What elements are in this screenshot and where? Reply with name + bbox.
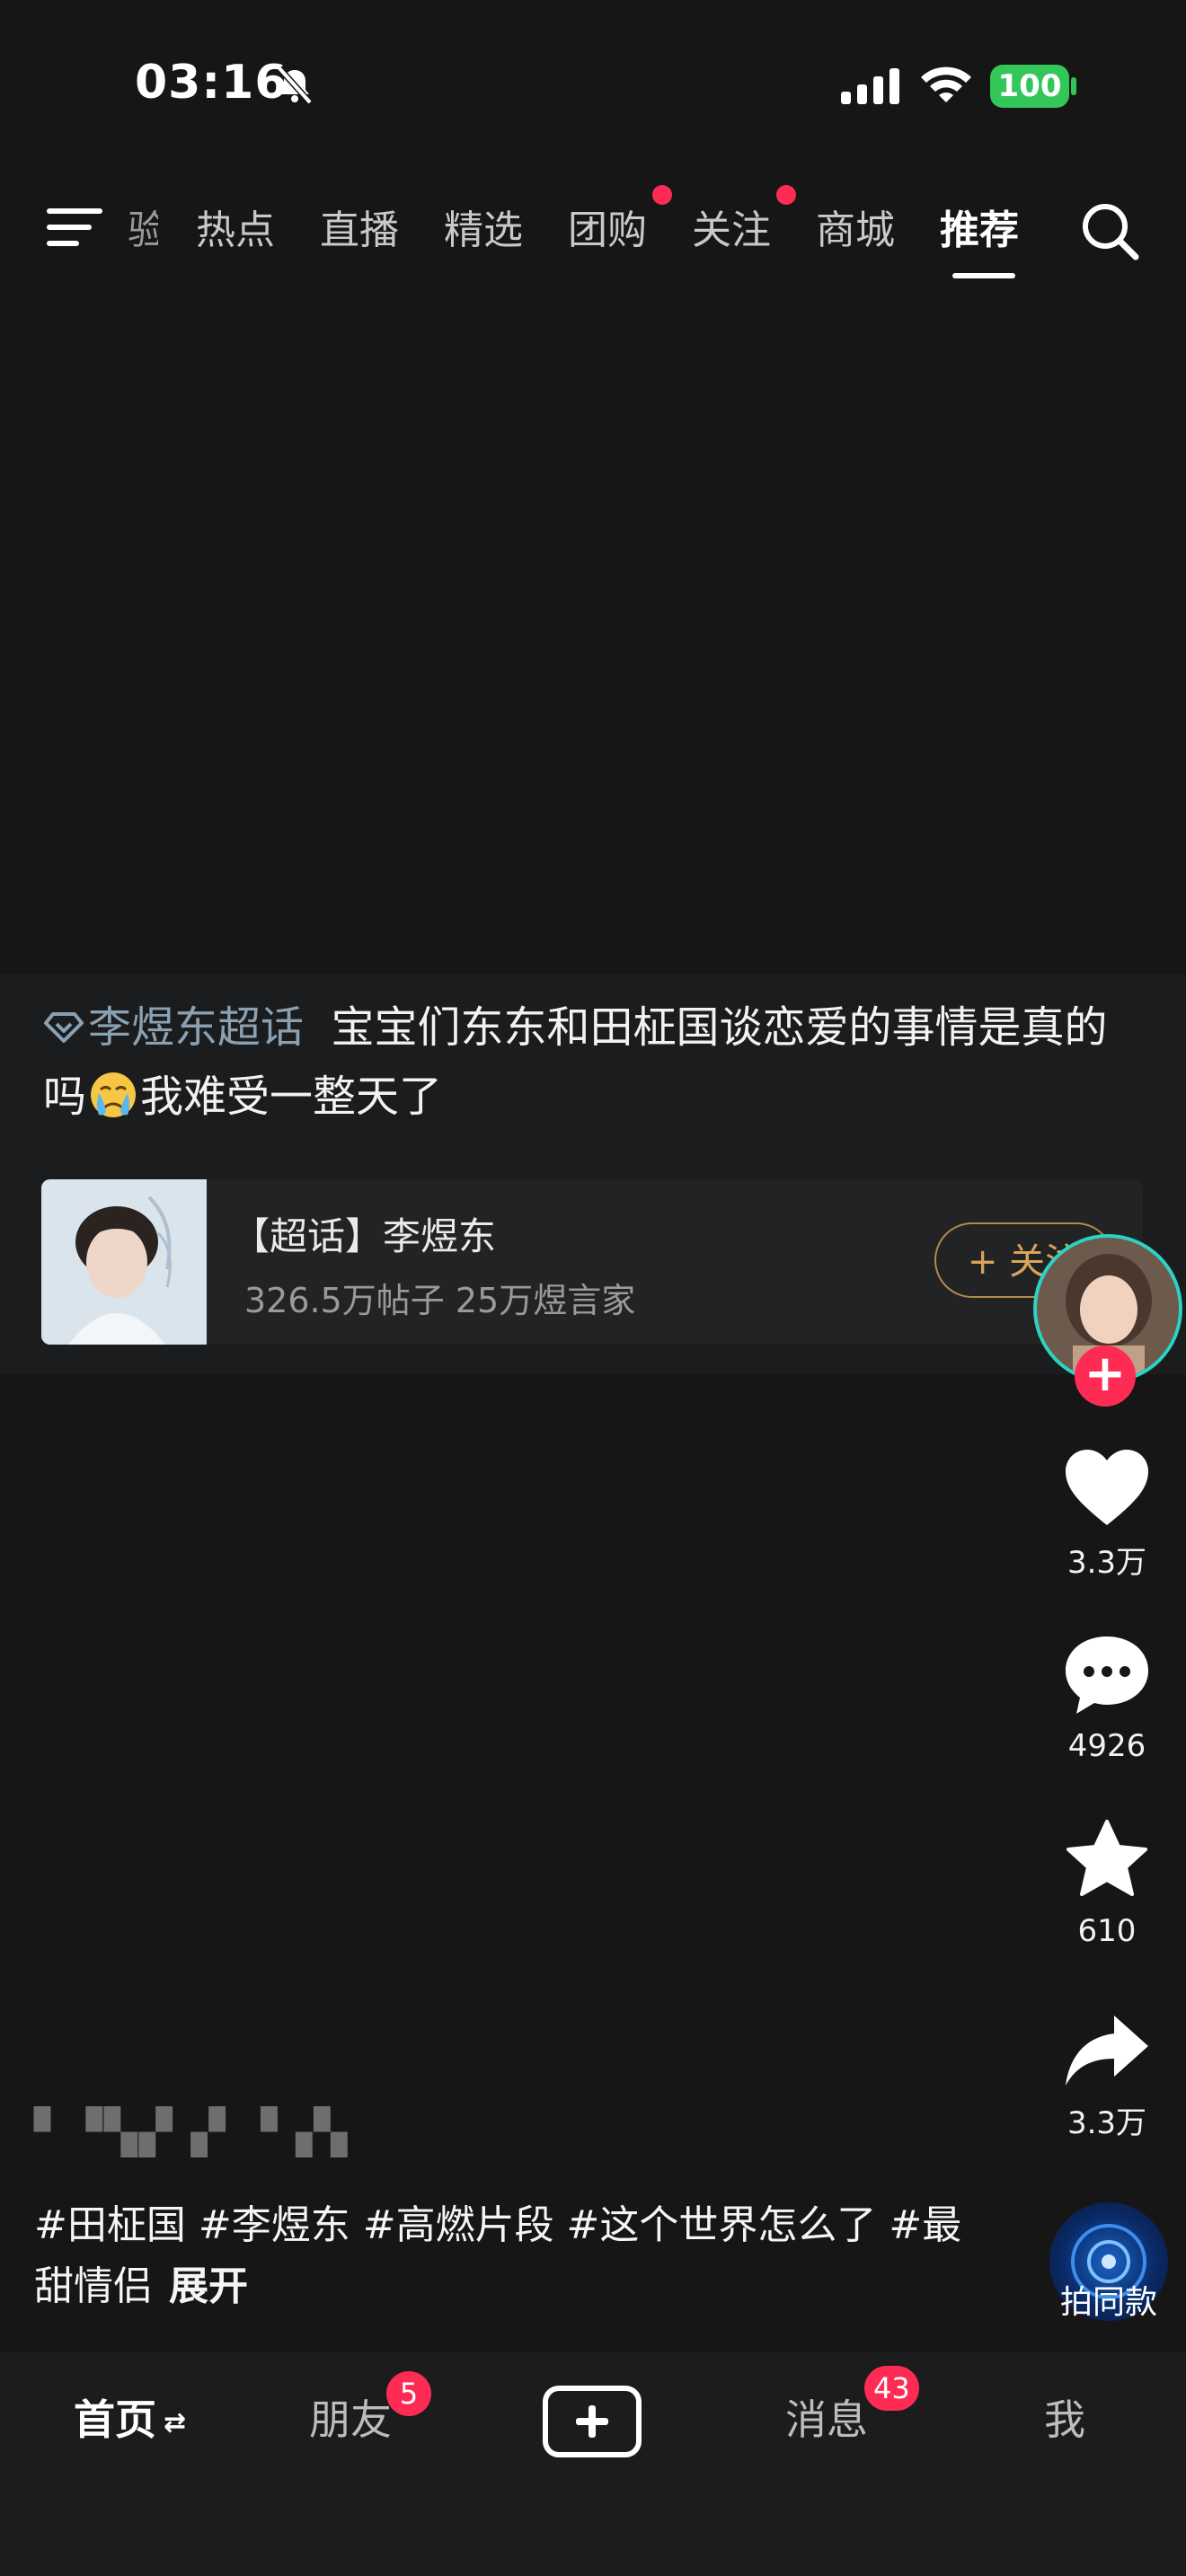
tab-hot[interactable]: 热点 [196,198,275,255]
comment-count: 4926 [1067,1728,1146,1764]
tab-following[interactable]: 关注 [692,198,771,255]
follow-author-button[interactable]: + [1075,1345,1136,1407]
top-nav: 验 热点 直播 精选 团购 关注 商城 推荐 [0,180,1186,278]
caption-text-2: 我难受一整天了 [140,1072,443,1122]
like-count: 3.3万 [1067,1545,1147,1581]
supertopic-title: 【超话】李煜东 [232,1214,497,1258]
tab-recommend[interactable]: 推荐 [940,198,1019,255]
tab-live[interactable]: 直播 [320,198,399,255]
menu-icon[interactable] [47,205,104,255]
bottom-nav: 首页 ⇄ 朋友 5 消息 43 我 [0,2351,1186,2576]
hashtags[interactable]: #田柾国 #李煜东 #高燃片段 #这个世界怎么了 #最甜情侣 展开 [34,2195,987,2317]
status-time: 03:16 [135,56,288,110]
wifi-icon [918,63,974,110]
nav-home[interactable]: 首页 ⇄ [74,2387,186,2447]
friends-badge: 5 [386,2371,431,2416]
messages-badge: 43 [864,2366,919,2411]
tab-featured[interactable]: 精选 [444,198,523,255]
tab-partial[interactable]: 验 [128,198,158,255]
crying-face-emoji [88,1070,138,1120]
author-name-obscured[interactable]: ▘▝▚▞▗▘▝▗▚ [34,2107,349,2157]
nav-me[interactable]: 我 [1044,2387,1085,2447]
same-style-label[interactable]: 拍同款 [1035,2276,1182,2323]
bell-slash-icon [274,65,315,110]
favorite-count: 610 [1077,1913,1137,1949]
status-bar: 03:16 100 [0,0,1186,171]
expand-link[interactable]: 展开 [169,2263,248,2309]
comment-icon[interactable] [1042,1633,1172,1723]
heart-icon[interactable] [1042,1448,1172,1532]
battery-icon: 100 [990,65,1069,108]
supertopic-thumbnail [41,1179,207,1345]
tab-group-buy-dot [652,185,672,205]
create-post-button[interactable] [543,2386,642,2457]
switch-arrows-icon: ⇄ [164,2407,187,2439]
tab-group-buy[interactable]: 团购 [568,198,647,255]
active-tab-indicator [952,273,1015,278]
topic-tag-label: 李煜东超话 [88,1002,305,1053]
battery-cap [1071,77,1076,95]
tab-following-dot [776,185,796,205]
post-content: 李煜东超话 宝宝们东东和田柾国谈恋爱的事情是真的吗 我难受一整天了 【超话】李煜东… [0,975,1186,1374]
nav-friends[interactable]: 朋友 [309,2387,392,2447]
diamond-icon [43,997,84,1063]
nav-home-label: 首页 [74,2395,156,2444]
supertopic-card[interactable]: 【超话】李煜东 326.5万帖子 25万煜言家 + 关注 [41,1179,1143,1345]
star-icon[interactable] [1042,1818,1172,1908]
tab-mall[interactable]: 商城 [816,198,895,255]
cellular-signal-icon [841,68,902,110]
topic-tag-link[interactable]: 李煜东超话 [43,1002,304,1053]
like-action[interactable]: 3.3万 [1042,1448,1172,1582]
post-caption: 李煜东超话 宝宝们东东和田柾国谈恋爱的事情是真的吗 我难受一整天了 [43,994,1148,1130]
share-icon[interactable] [1042,2012,1172,2093]
share-count: 3.3万 [1067,2105,1147,2141]
favorite-action[interactable]: 610 [1042,1818,1172,1949]
nav-messages[interactable]: 消息 [785,2387,868,2447]
share-action[interactable]: 3.3万 [1042,2012,1172,2142]
search-icon[interactable] [1078,199,1141,266]
comment-action[interactable]: 4926 [1042,1633,1172,1764]
supertopic-stats: 326.5万帖子 25万煜言家 [244,1281,636,1320]
